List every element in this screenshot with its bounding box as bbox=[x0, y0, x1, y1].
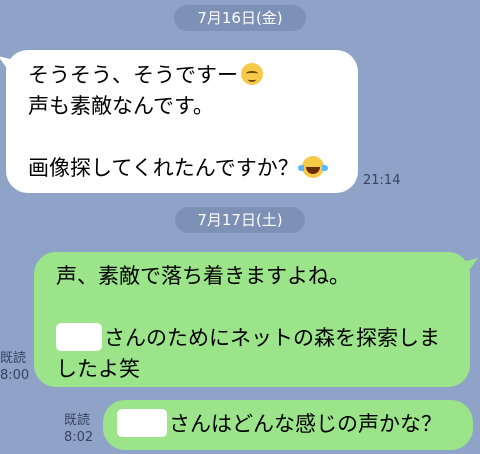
message-text: そうそう、そうですー bbox=[28, 63, 238, 87]
date-separator: 7月17日(土) bbox=[175, 207, 305, 233]
redacted-name bbox=[56, 323, 102, 351]
message-line: 声、素敵で落ち着きますよね。 bbox=[56, 264, 350, 288]
redacted-name bbox=[117, 409, 167, 437]
message-line: そうそう、そうですー bbox=[28, 60, 338, 91]
message-meta: 既読 8:02 bbox=[64, 412, 93, 446]
message-line: 画像探してくれたんですか？ bbox=[28, 153, 338, 184]
date-separator: 7月16日(金) bbox=[174, 5, 306, 31]
read-receipt: 既読 bbox=[64, 413, 91, 428]
incoming-message-bubble[interactable]: そうそう、そうですー 声も素敵なんです。 画像探してくれたんですか？ bbox=[6, 50, 358, 193]
message-timestamp: 21:14 bbox=[363, 173, 401, 188]
message-line: したよ笑 bbox=[56, 357, 140, 381]
message-line: 声も素敵なんです。 bbox=[28, 94, 214, 118]
message-line: さんはどんな感じの声かな？ bbox=[117, 409, 453, 440]
read-receipt: 既読 bbox=[0, 351, 27, 366]
message-timestamp: 8:02 bbox=[64, 430, 94, 445]
outgoing-message-bubble[interactable]: 声、素敵で落ち着きますよね。 さんのためにネットの森を探索しま したよ笑 bbox=[34, 252, 470, 387]
message-text: さんはどんな感じの声かな？ bbox=[169, 412, 442, 436]
tears-of-joy-icon bbox=[297, 156, 328, 178]
message-timestamp: 8:00 bbox=[0, 368, 30, 383]
message-text: さんのためにネットの森を探索しま bbox=[104, 326, 440, 350]
message-meta: 既読 8:00 bbox=[0, 350, 29, 384]
message-text: 画像探してくれたんですか？ bbox=[28, 156, 299, 180]
outgoing-message-bubble[interactable]: さんはどんな感じの声かな？ bbox=[103, 400, 473, 450]
message-line: さんのためにネットの森を探索しま bbox=[56, 323, 450, 354]
relieved-face-icon bbox=[241, 63, 263, 85]
